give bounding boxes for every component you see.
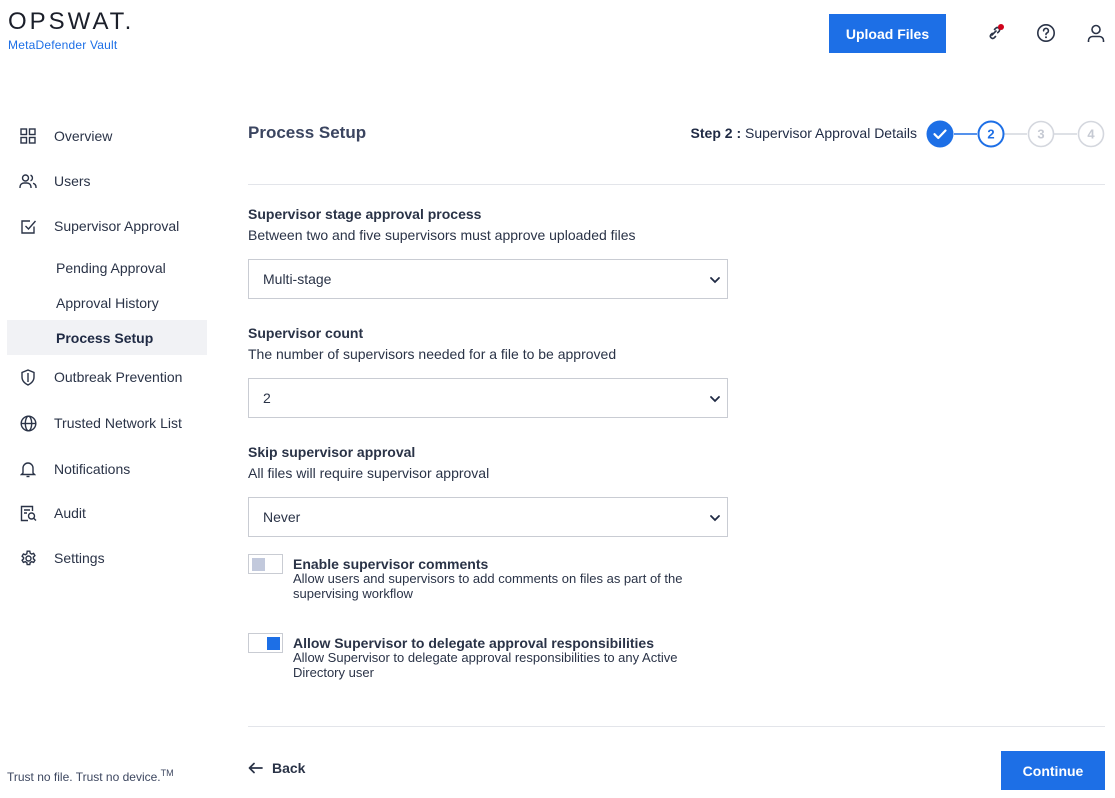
supervisor-count-select[interactable]: 2 [248, 378, 728, 418]
users-icon [19, 172, 37, 190]
sidebar-item-label: Outbreak Prevention [54, 369, 183, 385]
step-number: 4 [1087, 127, 1095, 142]
section-title: Skip supervisor approval [248, 444, 416, 460]
step-name: Supervisor Approval Details [745, 125, 917, 141]
audit-icon [19, 504, 37, 522]
step-completed-check-icon [926, 120, 954, 148]
toggle-description: Allow Supervisor to delegate approval re… [293, 650, 678, 680]
step-current: 2 [977, 120, 1005, 148]
back-button[interactable]: Back [248, 760, 305, 776]
sidebar-item-label: Audit [54, 505, 86, 521]
continue-button[interactable]: Continue [1001, 751, 1105, 790]
sidebar-item-supervisor-approval[interactable]: Supervisor Approval [7, 208, 207, 244]
approval-process-select[interactable]: Multi-stage [248, 259, 728, 299]
bell-icon [19, 460, 37, 478]
step-number: 2 [987, 127, 994, 142]
sidebar-subitem-process-setup[interactable]: Process Setup [7, 320, 207, 355]
toggle-title: Allow Supervisor to delegate approval re… [293, 635, 654, 651]
sidebar-item-label: Users [54, 173, 91, 189]
sidebar-item-overview[interactable]: Overview [7, 118, 207, 154]
link-notification-icon[interactable] [985, 22, 1007, 44]
step-prefix: Step 2 : [690, 125, 742, 141]
sidebar-item-label: Notifications [54, 461, 131, 477]
divider [248, 726, 1105, 727]
select-value: Never [263, 509, 301, 525]
logo[interactable]: OPSWAT. MetaDefender Vault [8, 8, 134, 52]
toggle-knob [267, 637, 280, 650]
sidebar-item-users[interactable]: Users [7, 163, 207, 199]
sidebar-subitem-pending-approval[interactable]: Pending Approval [7, 250, 207, 285]
progress-stepper: 2 3 4 [926, 120, 1106, 148]
toggle-description: Allow users and supervisors to add comme… [293, 571, 683, 601]
skip-approval-select[interactable]: Never [248, 497, 728, 537]
tagline: Trust no file. Trust no device.TM [7, 768, 174, 784]
enable-comments-toggle[interactable] [248, 554, 283, 574]
section-description: All files will require supervisor approv… [248, 465, 490, 481]
sidebar-item-label: Settings [54, 550, 105, 566]
sidebar-item-trusted-network-list[interactable]: Trusted Network List [7, 405, 207, 441]
section-title: Supervisor stage approval process [248, 206, 482, 222]
arrow-left-icon [248, 762, 263, 774]
select-value: 2 [263, 390, 271, 406]
sidebar-item-label: Supervisor Approval [54, 218, 180, 234]
step-upcoming: 3 [1027, 120, 1055, 148]
step-number: 3 [1037, 127, 1044, 142]
sidebar-item-settings[interactable]: Settings [7, 540, 207, 576]
section-description: The number of supervisors needed for a f… [248, 346, 617, 362]
tagline-text: Trust no file. Trust no device. [7, 770, 161, 784]
sidebar-item-outbreak-prevention[interactable]: Outbreak Prevention [7, 359, 207, 395]
sidebar-item-label: Trusted Network List [54, 415, 182, 431]
step-label: Step 2 : Supervisor Approval Details [691, 125, 917, 141]
back-label: Back [272, 760, 306, 776]
select-value: Multi-stage [263, 271, 332, 287]
sidebar-item-notifications[interactable]: Notifications [7, 451, 207, 487]
trademark-mark: TM [160, 768, 174, 778]
step-upcoming: 4 [1077, 120, 1105, 148]
product-name: MetaDefender Vault [8, 38, 118, 52]
checkbox-icon [19, 217, 37, 235]
page-title: Process Setup [248, 123, 367, 142]
toggle-knob [252, 558, 265, 571]
sidebar-item-audit[interactable]: Audit [7, 495, 207, 531]
chevron-down-icon [710, 396, 720, 403]
user-icon[interactable] [1085, 22, 1107, 44]
shield-icon [19, 368, 37, 386]
section-description: Between two and five supervisors must ap… [248, 227, 636, 243]
chevron-down-icon [710, 277, 720, 284]
globe-icon [19, 414, 37, 432]
toggle-title: Enable supervisor comments [293, 556, 489, 572]
sidebar-subitem-approval-history[interactable]: Approval History [7, 285, 207, 320]
logo-wordmark: OPSWAT. [8, 8, 135, 35]
gear-icon [19, 549, 37, 567]
section-title: Supervisor count [248, 325, 364, 341]
help-icon[interactable] [1035, 22, 1057, 44]
chevron-down-icon [710, 515, 720, 522]
grid-icon [19, 127, 37, 145]
delegate-approval-toggle[interactable] [248, 633, 283, 653]
sidebar-item-label: Overview [54, 128, 113, 144]
divider [248, 184, 1105, 185]
upload-files-button[interactable]: Upload Files [829, 14, 946, 53]
